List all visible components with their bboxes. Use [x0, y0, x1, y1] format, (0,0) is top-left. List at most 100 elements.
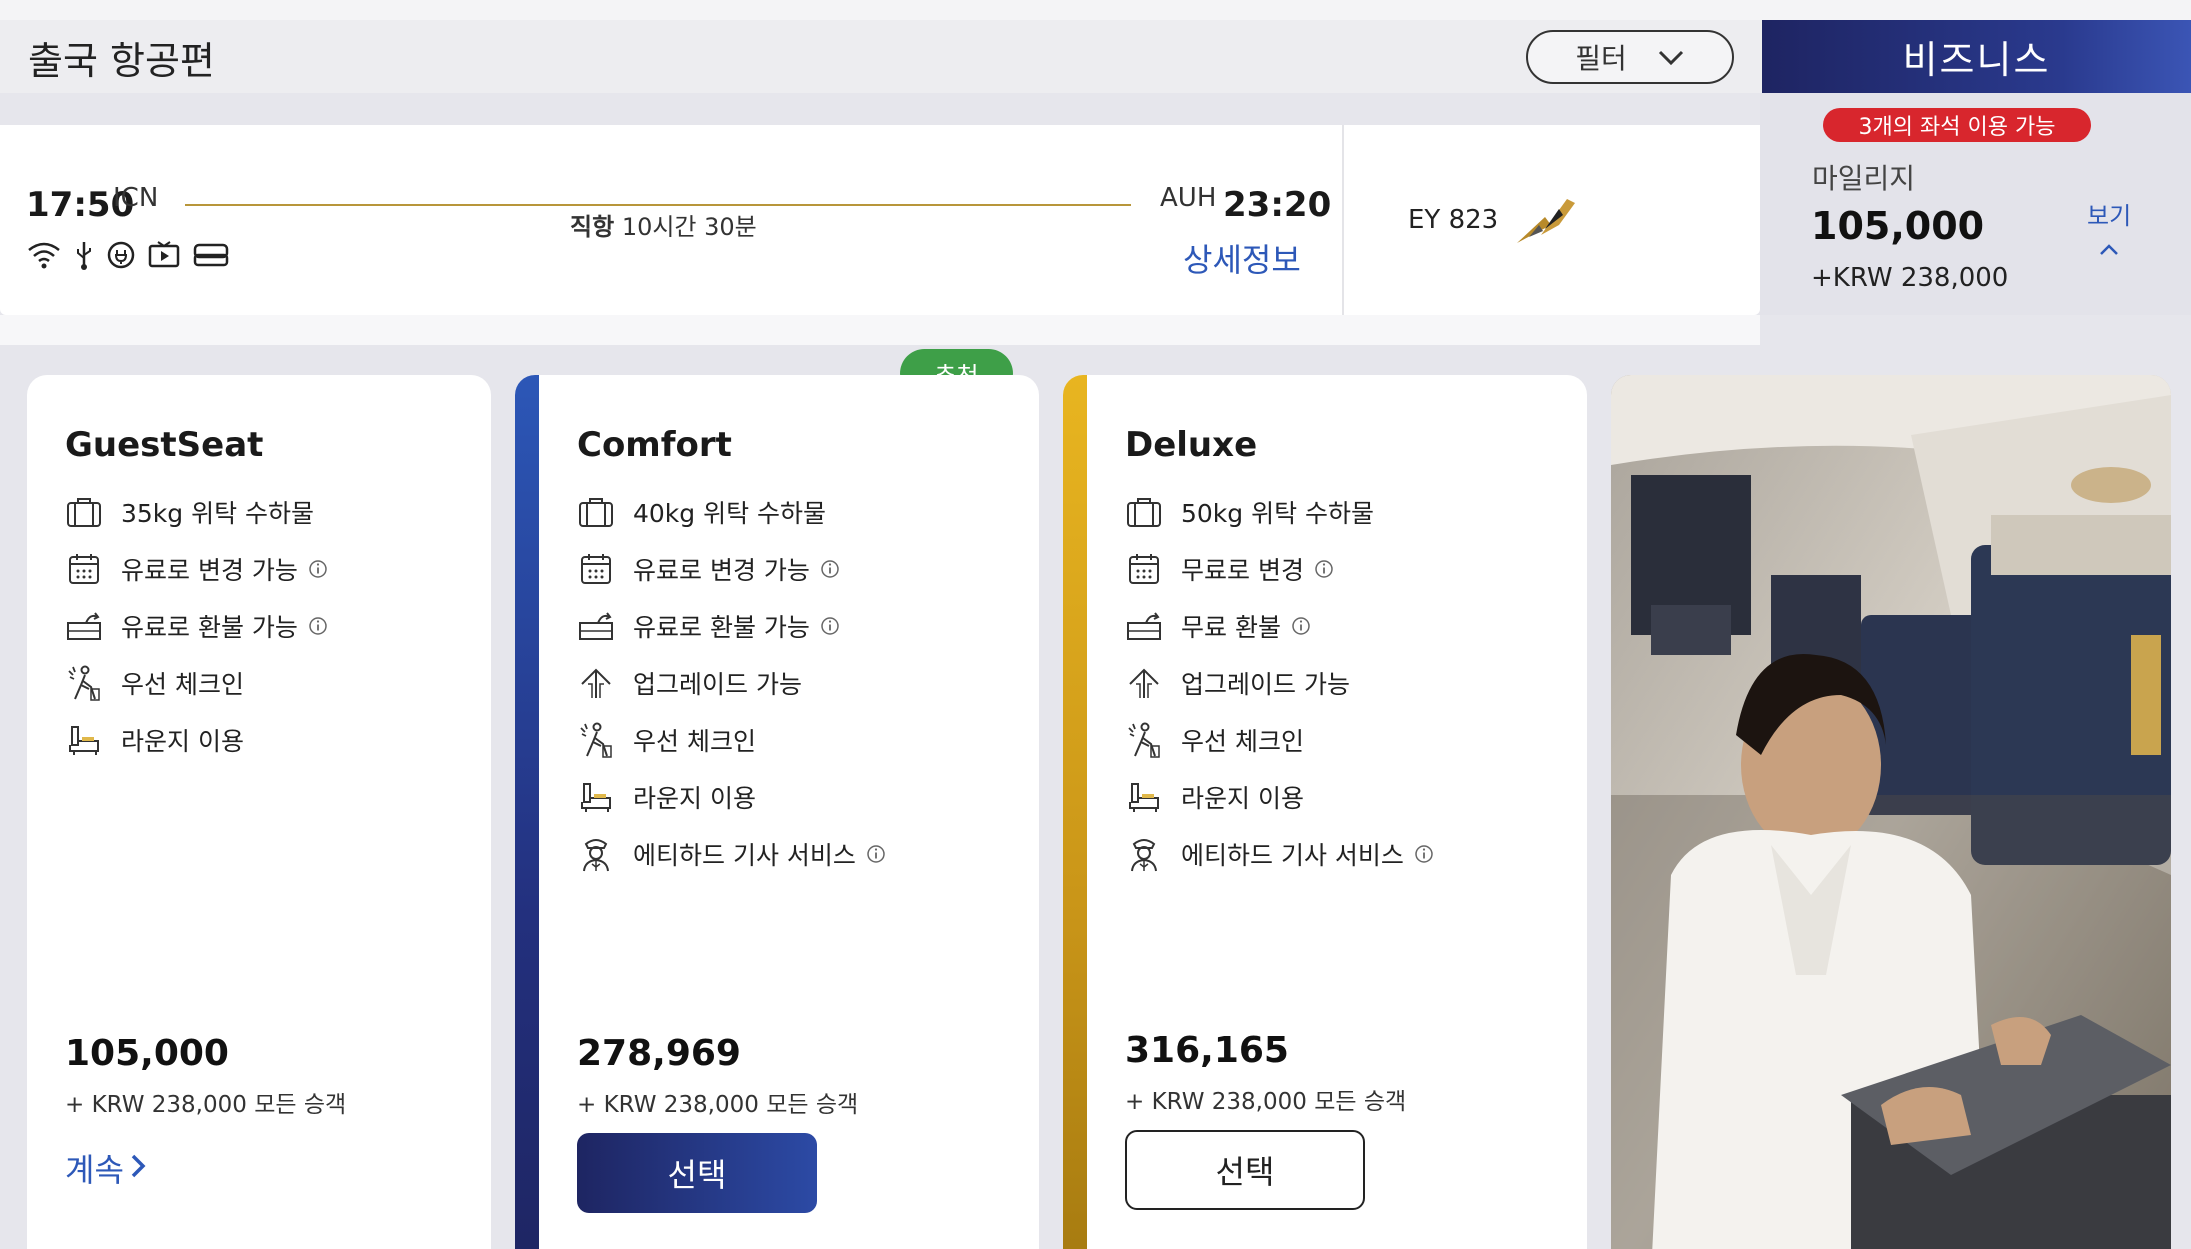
feature-label: 라운지 이용 [1181, 783, 1304, 813]
feature-label: 무료 환불 [1181, 612, 1281, 642]
feature-item: 업그레이드 가능 [577, 654, 886, 711]
route-type: 직항 [570, 213, 615, 241]
fare-price: 278,969 [577, 1033, 741, 1074]
refund-icon [65, 607, 103, 645]
fare-price: 316,165 [1125, 1030, 1289, 1071]
filter-label: 필터 [1575, 42, 1627, 75]
miles-label: 마일리지 [1812, 162, 1916, 195]
arrival-time: 23:20 [1223, 185, 1332, 225]
info-icon[interactable] [1414, 844, 1434, 864]
priority-checkin-icon [577, 721, 615, 759]
feature-item: 라운지 이용 [1125, 768, 1434, 825]
lounge-icon [577, 778, 615, 816]
amenities [26, 240, 230, 270]
feature-item: 35kg 위탁 수하물 [65, 483, 328, 540]
info-icon[interactable] [866, 844, 886, 864]
fare-price: 105,000 [65, 1033, 229, 1074]
view-toggle[interactable]: 보기 [2087, 196, 2131, 263]
feature-label: 우선 체크인 [633, 726, 756, 756]
baggage-icon [65, 493, 103, 531]
usb-icon [74, 240, 94, 270]
lounge-icon [1125, 778, 1163, 816]
route-line [185, 204, 1131, 206]
entertainment-icon [148, 240, 180, 270]
krw-amount: +KRW 238,000 [1811, 263, 2009, 293]
feature-label: 40kg 위탁 수하물 [633, 498, 827, 528]
info-icon[interactable] [820, 559, 840, 579]
feature-label: 우선 체크인 [1181, 726, 1304, 756]
fare-name: Deluxe [1125, 425, 1258, 465]
feature-item[interactable]: 에티하드 기사 서비스 [577, 825, 886, 882]
feature-item[interactable]: 유료로 환불 가능 [577, 597, 886, 654]
fare-sub-price: + KRW 238,000 모든 승객 [1125, 1089, 1407, 1115]
feature-item[interactable]: 무료로 변경 [1125, 540, 1434, 597]
feature-item[interactable]: 유료로 환불 가능 [65, 597, 328, 654]
tab-business[interactable]: 비즈니스 [1762, 20, 2191, 93]
upgrade-icon [1125, 664, 1163, 702]
arrival-airport: AUH [1160, 183, 1217, 213]
fare-name: GuestSeat [65, 425, 264, 465]
feature-label: 에티하드 기사 서비스 [1181, 840, 1404, 870]
fare-name: Comfort [577, 425, 732, 465]
filter-button[interactable]: 필터 [1526, 30, 1734, 84]
fare-card-deluxe[interactable]: Deluxe 50kg 위탁 수하물 무료로 변경 무료 환불 업그레이드 가능 우선 … [1063, 375, 1587, 1249]
header-bar: 출국 항공편 필터 [0, 20, 1762, 93]
seats-available-badge: 3개의 좌석 이용 가능 [1823, 108, 2091, 142]
chauffeur-icon [577, 835, 615, 873]
feature-item: 우선 체크인 [577, 711, 886, 768]
feature-label: 업그레이드 가능 [633, 669, 802, 699]
business-cabin-photo [1611, 375, 2171, 1249]
info-icon[interactable] [308, 559, 328, 579]
baggage-icon [577, 493, 615, 531]
fare-accent-stripe [1063, 375, 1087, 1249]
priority-checkin-icon [65, 664, 103, 702]
page-title: 출국 항공편 [28, 39, 215, 83]
feature-label: 업그레이드 가능 [1181, 669, 1350, 699]
fare-accent-stripe [515, 375, 539, 1249]
chevron-right-icon [130, 1149, 146, 1187]
refund-icon [1125, 607, 1163, 645]
feature-label: 유료로 변경 가능 [633, 555, 810, 585]
continue-label: 계속 [65, 1151, 124, 1189]
fare-card-guestseat[interactable]: GuestSeat 35kg 위탁 수하물 유료로 변경 가능유료로 환불 가능우… [27, 375, 491, 1249]
chauffeur-icon [1125, 835, 1163, 873]
upgrade-icon [577, 664, 615, 702]
feature-label: 에티하드 기사 서비스 [633, 840, 856, 870]
flight-row[interactable]: 17:50 ICN 직항 10시간 30분 AUH 23:20 상세정보 EY … [0, 125, 1760, 345]
fare-card-comfort[interactable]: Comfort 40kg 위탁 수하물유료로 변경 가능유료로 환불 가능업그레… [515, 375, 1039, 1249]
feature-label: 유료로 환불 가능 [633, 612, 810, 642]
feature-item[interactable]: 에티하드 기사 서비스 [1125, 825, 1434, 882]
feature-list: 40kg 위탁 수하물유료로 변경 가능유료로 환불 가능업그레이드 가능우선 … [577, 483, 886, 882]
select-button[interactable]: 선택 [1125, 1130, 1365, 1210]
info-icon[interactable] [1314, 559, 1334, 579]
lounge-icon [65, 721, 103, 759]
flat-bed-icon [192, 240, 230, 270]
miles-value: 105,000 [1811, 204, 1985, 248]
wifi-icon [26, 240, 62, 270]
feature-item[interactable]: 유료로 변경 가능 [577, 540, 886, 597]
chevron-up-icon [2087, 235, 2131, 263]
feature-label: 라운지 이용 [121, 726, 244, 756]
refund-icon [577, 607, 615, 645]
feature-item[interactable]: 무료 환불 [1125, 597, 1434, 654]
details-link[interactable]: 상세정보 [1183, 235, 1301, 281]
feature-label: 라운지 이용 [633, 783, 756, 813]
feature-label: 유료로 환불 가능 [121, 612, 298, 642]
calendar-icon [577, 550, 615, 588]
flight-number: EY 823 [1408, 205, 1499, 235]
info-icon[interactable] [820, 616, 840, 636]
select-button[interactable]: 선택 [577, 1133, 817, 1213]
info-icon[interactable] [1291, 616, 1311, 636]
info-icon[interactable] [308, 616, 328, 636]
priority-checkin-icon [1125, 721, 1163, 759]
route-info: 직항 10시간 30분 [570, 207, 757, 242]
feature-item: 라운지 이용 [65, 711, 328, 768]
feature-item[interactable]: 유료로 변경 가능 [65, 540, 328, 597]
feature-label: 우선 체크인 [121, 669, 244, 699]
continue-link[interactable]: 계속 [65, 1145, 146, 1191]
feature-item: 40kg 위탁 수하물 [577, 483, 886, 540]
feature-item: 우선 체크인 [1125, 711, 1434, 768]
feature-label: 무료로 변경 [1181, 555, 1304, 585]
feature-item: 라운지 이용 [577, 768, 886, 825]
view-label: 보기 [2087, 202, 2132, 230]
